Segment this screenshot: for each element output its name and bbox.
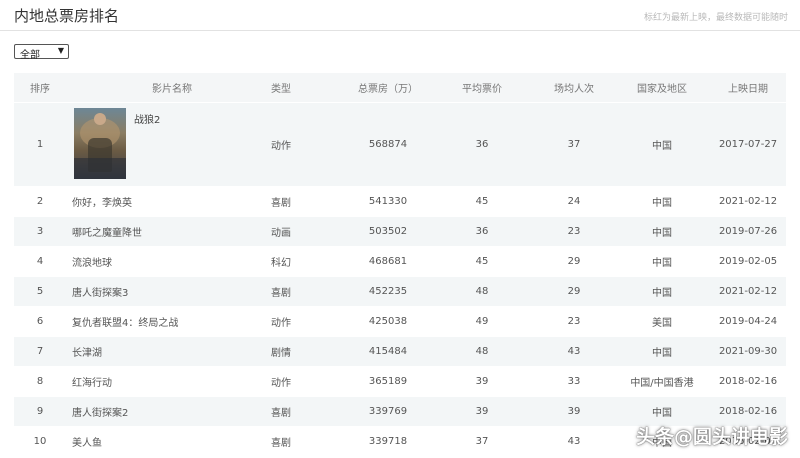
cell-region: 中国/中国香港 (630, 378, 694, 389)
cell-avg-price: 39 (475, 406, 489, 417)
cell-rank: 5 (36, 286, 44, 297)
cell-region: 中国 (652, 141, 672, 152)
cell-release-date: 2021-02-12 (718, 286, 778, 297)
cell-box-office: 415484 (368, 346, 408, 357)
cell-box-office: 425038 (368, 316, 408, 327)
table-row[interactable]: 7 长津湖 剧情 415484 48 43 中国 2021-09-30 (14, 337, 786, 367)
column-header-release-date: 上映日期 (728, 84, 768, 95)
cell-avg-price: 49 (475, 316, 489, 327)
cell-title[interactable]: 长津湖 (72, 337, 250, 366)
table-row[interactable]: 3 哪吒之魔童降世 动画 503502 36 23 中国 2019-07-26 (14, 217, 786, 247)
table-header-row: 排序 影片名称 类型 总票房（万） 平均票价 场均人次 国家及地区 上映日期 (14, 73, 786, 103)
cell-rank: 1 (36, 139, 44, 150)
cell-title[interactable]: 复仇者联盟4：终局之战 (72, 307, 250, 336)
box-office-table: 排序 影片名称 类型 总票房（万） 平均票价 场均人次 国家及地区 上映日期 1… (14, 73, 786, 457)
cell-type: 动作 (271, 378, 291, 389)
cell-rank: 4 (36, 256, 44, 267)
cell-rank: 6 (36, 316, 44, 327)
cell-type: 喜剧 (271, 408, 291, 419)
cell-box-office: 339718 (368, 436, 408, 447)
cell-type: 动作 (271, 141, 291, 152)
column-header-avg-price: 平均票价 (462, 84, 502, 95)
cell-release-date: 2019-02-05 (718, 256, 778, 267)
cell-box-office: 365189 (368, 376, 408, 387)
cell-title[interactable]: 流浪地球 (72, 247, 250, 276)
cell-title[interactable]: 唐人街探案3 (72, 277, 250, 306)
cell-region: 美国 (652, 318, 672, 329)
chevron-down-icon: ▼ (57, 46, 64, 55)
cell-avg-price: 45 (475, 256, 489, 267)
cell-region: 中国 (652, 258, 672, 269)
cell-title[interactable]: 红海行动 (72, 367, 250, 396)
cell-release-date: 2019-07-26 (718, 226, 778, 237)
cell-type: 动作 (271, 318, 291, 329)
column-header-region: 国家及地区 (637, 84, 687, 95)
cell-avg-price: 36 (475, 226, 489, 237)
cell-region: 中国 (652, 348, 672, 359)
cell-type: 喜剧 (271, 438, 291, 449)
cell-type: 喜剧 (271, 198, 291, 209)
column-header-rank: 排序 (30, 84, 50, 95)
cell-avg-price: 48 (475, 346, 489, 357)
cell-avg-price: 48 (475, 286, 489, 297)
cell-release-date: 2017-07-27 (718, 139, 778, 150)
cell-region: 中国 (652, 288, 672, 299)
cell-avg-price: 36 (475, 139, 489, 150)
cell-avg-price: 37 (475, 436, 489, 447)
cell-box-office: 452235 (368, 286, 408, 297)
table-row[interactable]: 2 你好，李焕英 喜剧 541330 45 24 中国 2021-02-12 (14, 187, 786, 217)
cell-avg-price: 39 (475, 376, 489, 387)
cell-rank: 10 (33, 436, 47, 447)
cell-release-date: 2019-04-24 (718, 316, 778, 327)
table-row[interactable]: 6 复仇者联盟4：终局之战 动作 425038 49 23 美国 2019-04… (14, 307, 786, 337)
cell-type: 动画 (271, 228, 291, 239)
cell-rank: 2 (36, 196, 44, 207)
movie-poster[interactable] (74, 108, 126, 179)
cell-region: 中国 (652, 228, 672, 239)
cell-release-date: 2021-02-12 (718, 196, 778, 207)
cell-box-office: 541330 (368, 196, 408, 207)
cell-box-office: 468681 (368, 256, 408, 267)
cell-rank: 7 (36, 346, 44, 357)
cell-rank: 3 (36, 226, 44, 237)
cell-title[interactable]: 美人鱼 (72, 427, 250, 456)
table-row[interactable]: 8 红海行动 动作 365189 39 33 中国/中国香港 2018-02-1… (14, 367, 786, 397)
table-row[interactable]: 1 战狼2 动作 568874 36 37 中国 2017-07-27 (14, 103, 786, 187)
cell-release-date: 2018-02-16 (718, 376, 778, 387)
cell-rank: 9 (36, 406, 44, 417)
table-row[interactable]: 4 流浪地球 科幻 468681 45 29 中国 2019-02-05 (14, 247, 786, 277)
page-title: 内地总票房排名 (14, 7, 120, 25)
column-header-type: 类型 (271, 84, 291, 95)
page-header: 内地总票房排名 标红为最新上映，最终数据可能随时 (0, 0, 800, 31)
category-filter-select[interactable]: 全部 ▼ (14, 44, 69, 61)
cell-box-office: 339769 (368, 406, 408, 417)
header-note: 标红为最新上映，最终数据可能随时 (643, 13, 788, 23)
filter-selected-value: 全部 (20, 50, 40, 61)
table-row[interactable]: 5 唐人街探案3 喜剧 452235 48 29 中国 2021-02-12 (14, 277, 786, 307)
cell-title[interactable]: 哪吒之魔童降世 (72, 217, 250, 246)
cell-box-office: 503502 (368, 226, 408, 237)
cell-box-office: 568874 (368, 139, 408, 150)
column-header-box-office: 总票房（万） (358, 84, 418, 95)
cell-title[interactable]: 战狼2 (134, 111, 160, 126)
cell-title[interactable]: 唐人街探案2 (72, 397, 250, 426)
cell-type: 科幻 (271, 258, 291, 269)
cell-avg-price: 45 (475, 196, 489, 207)
cell-type: 喜剧 (271, 288, 291, 299)
cell-region: 中国 (652, 198, 672, 209)
cell-type: 剧情 (271, 348, 291, 359)
cell-title[interactable]: 你好，李焕英 (72, 187, 250, 216)
column-header-title: 影片名称 (152, 84, 192, 95)
watermark-text: 头条@圆头讲电影 (635, 426, 788, 448)
cell-release-date: 2021-09-30 (718, 346, 778, 357)
cell-rank: 8 (36, 376, 44, 387)
